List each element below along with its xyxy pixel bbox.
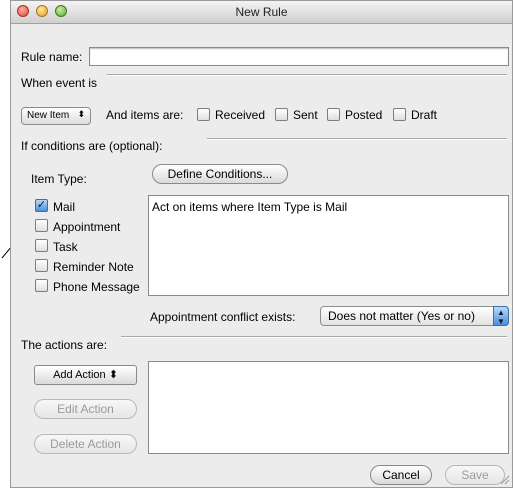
reminder-note-checkbox[interactable] (35, 259, 48, 272)
event-type-value: New Item (27, 110, 70, 121)
add-action-label: Add Action (53, 369, 106, 381)
and-items-label: And items are: (106, 108, 184, 122)
delete-action-button[interactable]: Delete Action (34, 434, 137, 454)
rule-name-label: Rule name: (21, 50, 83, 64)
resize-grip-icon[interactable] (500, 475, 510, 485)
mail-label: Mail (53, 200, 76, 214)
checkmark-icon: ✓ (36, 199, 47, 211)
divider (207, 138, 507, 140)
when-event-heading: When event is (21, 76, 98, 90)
divider (107, 74, 507, 76)
updown-arrow-icon: ▲ ▼ (493, 306, 509, 326)
edit-action-button[interactable]: Edit Action (34, 399, 137, 419)
conflict-popup[interactable]: Does not matter (Yes or no) ▲ ▼ (320, 306, 509, 326)
mail-checkbox[interactable]: ✓ (35, 199, 48, 212)
event-type-popup[interactable]: New Item ⬍ (21, 107, 91, 125)
new-rule-window: New Rule Rule name: When event is New It… (10, 0, 513, 488)
posted-checkbox[interactable] (327, 108, 340, 121)
conflict-label: Appointment conflict exists: (150, 310, 296, 324)
received-label: Received (215, 108, 266, 122)
condition-description-box[interactable]: Act on items where Item Type is Mail (148, 195, 509, 296)
sent-checkbox[interactable] (275, 108, 288, 121)
updown-arrow-icon: ⬍ (108, 369, 118, 381)
received-checkbox[interactable] (197, 108, 210, 121)
condition-description-text: Act on items where Item Type is Mail (152, 200, 348, 214)
actions-heading: The actions are: (21, 338, 108, 352)
appointment-label: Appointment (53, 220, 121, 234)
phone-message-checkbox[interactable] (35, 279, 48, 292)
sent-label: Sent (293, 108, 318, 122)
rule-name-input[interactable] (89, 47, 509, 66)
conditions-heading: If conditions are (optional): (21, 139, 163, 153)
window-title: New Rule (235, 5, 288, 19)
task-checkbox[interactable] (35, 239, 48, 252)
define-conditions-button[interactable]: Define Conditions... (152, 164, 288, 184)
conflict-value: Does not matter (Yes or no) (328, 309, 475, 323)
actions-list-box[interactable] (148, 361, 509, 454)
title-bar: New Rule (11, 1, 512, 24)
cancel-button[interactable]: Cancel (370, 465, 432, 485)
task-label: Task (53, 240, 78, 254)
draft-label: Draft (411, 108, 438, 122)
updown-arrow-icon: ⬍ (77, 109, 85, 119)
phone-message-label: Phone Message (53, 280, 140, 294)
posted-label: Posted (345, 108, 383, 122)
divider (121, 336, 507, 338)
item-type-label: Item Type: (31, 172, 87, 186)
save-button[interactable]: Save (445, 465, 505, 485)
reminder-note-label: Reminder Note (53, 260, 134, 274)
draft-checkbox[interactable] (393, 108, 406, 121)
add-action-popup[interactable]: Add Action ⬍ (34, 365, 137, 385)
appointment-checkbox[interactable] (35, 219, 48, 232)
